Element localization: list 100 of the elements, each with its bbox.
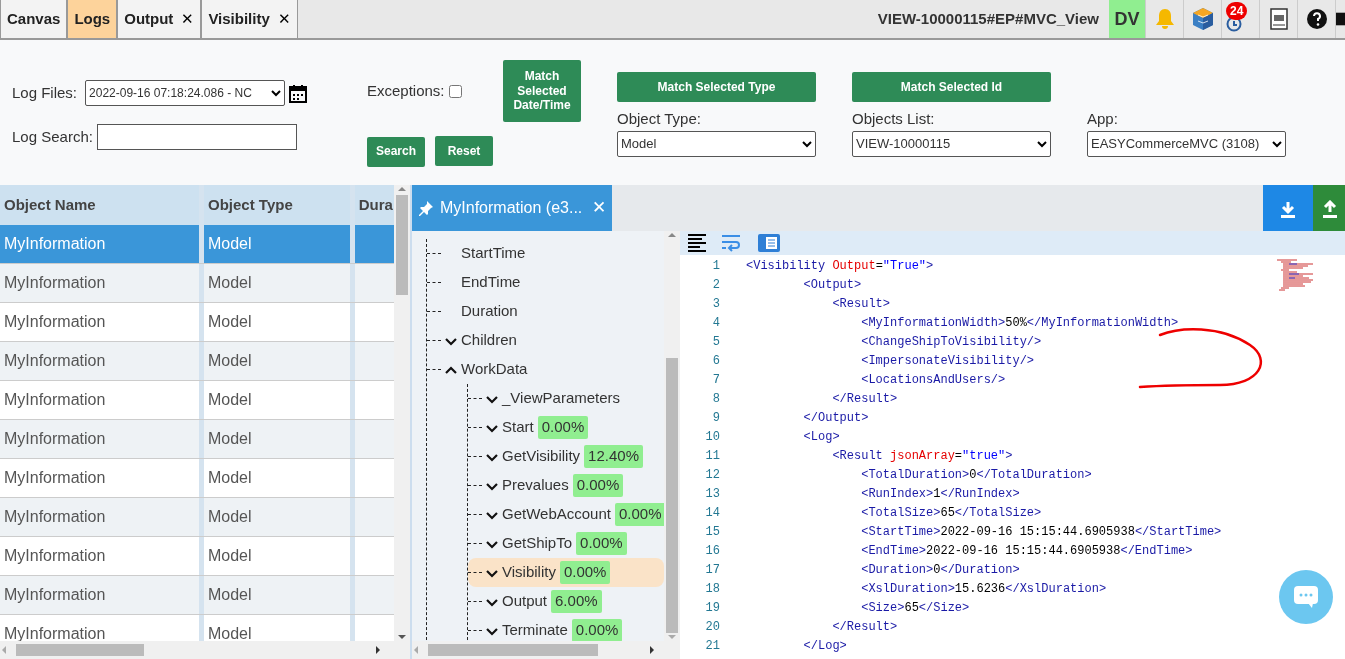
help-icon[interactable] [1304,7,1329,31]
expand-icon[interactable] [486,481,498,491]
code-line: <Result jsonArray="true"> [831,448,1013,465]
tree-item[interactable]: WorkData [461,358,528,381]
panel-icon[interactable] [758,233,780,253]
percent-badge: 0.00% [576,532,627,555]
code-line: </Result> [831,619,898,636]
scrollbar-thumb[interactable] [16,644,144,657]
table-row[interactable]: MyInformation Model [0,576,395,615]
code-line: <TotalSize>65</TotalSize> [860,505,1042,522]
scrollbar-thumb[interactable] [396,195,409,295]
scrollbar-thumb[interactable] [428,644,598,657]
tree-item[interactable]: Children [461,329,517,352]
code-line: <MyInformationWidth>50%</MyInformationWidth> [860,315,1179,332]
line-number: 17 [704,562,721,579]
match-id-button[interactable]: Match Selected Id [852,72,1051,102]
align-left-icon[interactable] [688,233,706,253]
expand-icon[interactable] [486,452,498,462]
code-line: <Output> [802,277,862,294]
line-number: 19 [704,600,721,617]
field-label: App: [1087,109,1119,129]
tree-item[interactable]: Duration [461,300,518,323]
tab[interactable]: Canvas [0,0,68,38]
user-initials-badge[interactable]: DV [1109,0,1145,38]
table-row[interactable]: MyInformation Model [0,498,395,537]
expand-icon[interactable] [486,394,498,404]
match-datetime-button[interactable]: Match Selected Date/Time [503,60,581,122]
table-row[interactable]: MyInformation Model [0,342,395,381]
tree-item[interactable]: EndTime [461,271,521,294]
log-files-dropdown[interactable]: 2022-09-16 07:18:24.086 - NC [85,80,286,106]
collapse-icon[interactable] [445,365,457,375]
tab[interactable]: Visibility ✕ [201,0,298,38]
table-row[interactable]: MyInformation Model [0,420,395,459]
download-icon [1279,199,1297,218]
code-line: </Output> [802,410,869,427]
caret-icon [271,89,282,97]
close-button[interactable]: ✕ [277,7,291,31]
exceptions-checkbox[interactable] [448,84,462,98]
expand-icon[interactable] [486,510,498,520]
tree-item[interactable]: Visibility 0.00% [468,558,665,587]
table-cell: Model [204,264,355,302]
expand-icon[interactable] [486,597,498,607]
close-button[interactable]: ✕ [181,7,195,31]
upload-button[interactable] [1313,185,1345,231]
line-number: 18 [704,581,721,598]
download-button[interactable] [1263,185,1313,231]
expand-icon[interactable] [486,626,498,636]
tab-label[interactable]: Visibility [208,7,270,31]
object-type-dropdown[interactable]: Model [617,130,816,157]
tree-item[interactable]: Terminate 0.00% [468,616,665,642]
tab[interactable]: Logs [67,0,118,38]
reset-button[interactable]: Reset [435,136,493,166]
tree-item[interactable]: GetShipTo 0.00% [468,529,665,558]
search-field[interactable] [96,124,297,150]
dropdown-value: 2022-09-16 07:18:24.086 - NC [89,85,252,102]
table-cell: Model [204,342,355,380]
table-cell: Model [204,498,355,536]
tree-item[interactable]: Output 6.00% [468,587,665,616]
code-line: </Log> [802,638,847,655]
word-wrap-icon[interactable] [722,233,742,253]
scroll-right-icon[interactable] [648,645,656,656]
column-header[interactable]: Dura [354,185,395,225]
line-number: 14 [704,505,721,522]
clock-icon[interactable] [1226,16,1242,32]
code-line: <TotalDuration>0</TotalDuration> [860,467,1092,484]
tree-item[interactable]: Start 0.00% [468,413,665,442]
expand-icon[interactable] [486,539,498,549]
code-line: <RunIndex>1</RunIndex> [860,486,1020,503]
scroll-right-icon[interactable] [374,645,382,656]
field-label: Exceptions: [367,81,445,101]
line-number: 12 [704,467,721,484]
tab[interactable]: Output ✕ [117,0,202,38]
objects-list-dropdown[interactable]: VIEW-10000115 [852,130,1051,157]
pin-icon[interactable] [418,200,434,216]
expand-icon[interactable] [486,568,498,578]
scrollbar-thumb[interactable] [666,358,679,634]
match-type-button[interactable]: Match Selected Type [617,72,816,102]
upload-icon [1321,199,1339,218]
code-line: <Log> [802,429,840,446]
line-number: 8 [711,391,721,408]
table-row[interactable]: MyInformation Model [0,264,395,303]
tree-item-label: Terminate [502,620,568,641]
search-button[interactable]: Search [367,136,425,167]
expand-icon[interactable] [445,336,457,346]
line-number: 10 [704,429,721,446]
tree-item[interactable]: GetVisibility 12.40% [468,442,665,471]
tab-label[interactable]: Output [124,7,174,31]
tree-item[interactable]: StartTime [461,242,526,265]
app-dropdown[interactable]: EASYCommerceMVC (3108) [1087,130,1286,157]
expand-icon[interactable] [486,423,498,433]
tree-item[interactable]: _ViewParameters [468,384,665,413]
cube-icon[interactable] [1190,7,1215,31]
code-line: </Result> [831,391,898,408]
tree-item[interactable]: Prevalues 0.00% [468,471,665,500]
calendar-icon[interactable] [289,83,308,103]
tree-item[interactable]: GetWebAccount 0.00% [468,500,665,529]
view-title: VIEW-10000115#EP#MVC_View [877,8,1100,29]
field-label: Objects List: [852,109,936,129]
percent-badge: 0.00% [571,619,623,642]
tree-item-label: Visibility [502,562,556,583]
